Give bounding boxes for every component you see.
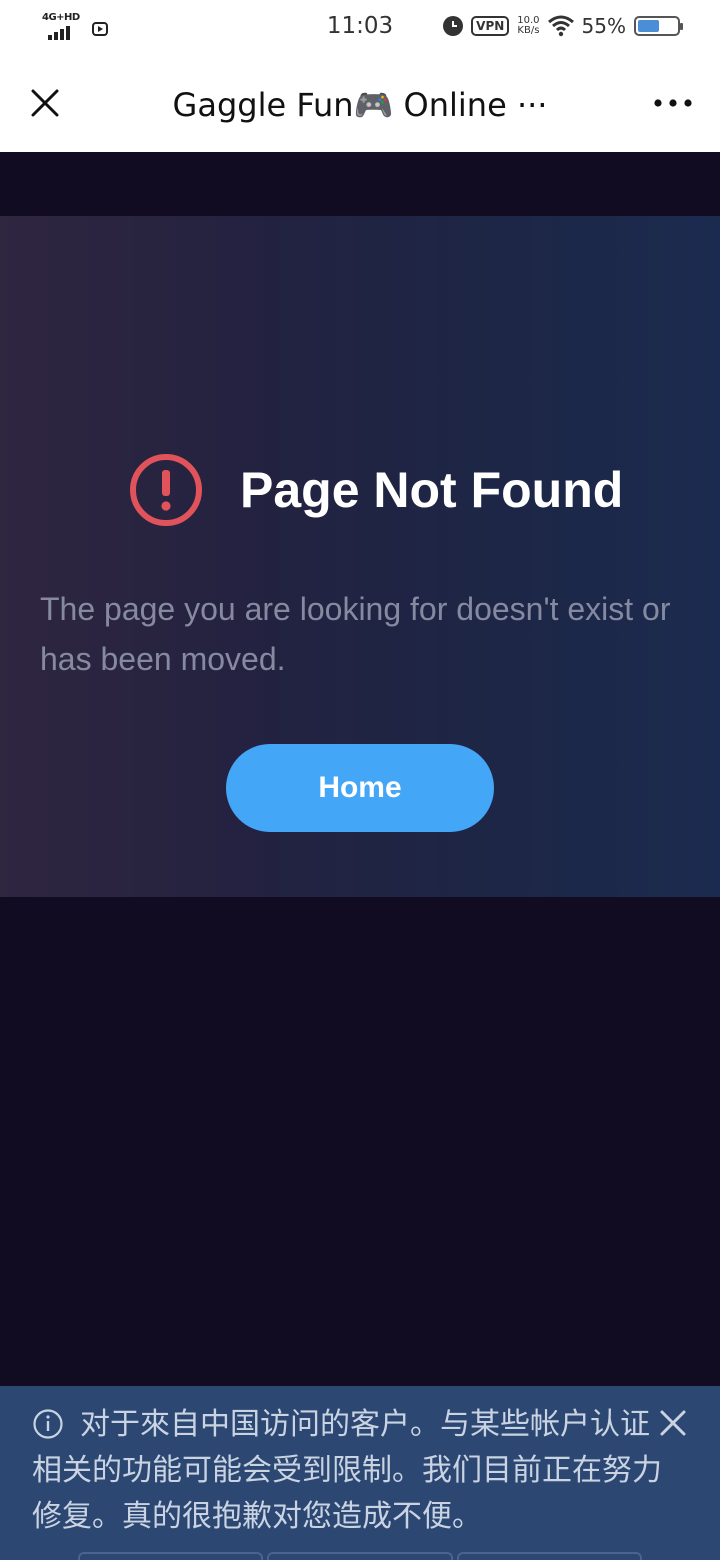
notice-banner: 对于來自中国访问的客户。与某些帐户认证相关的功能可能会受到限制。我们目前正在努力…	[0, 1386, 720, 1560]
network-speed: 10.0 KB/s	[517, 16, 539, 36]
bottom-tab-edges	[78, 1552, 642, 1560]
speed-unit: KB/s	[517, 25, 540, 36]
error-panel: Page Not Found The page you are looking …	[0, 216, 720, 897]
status-bar: 4G+HD 11:03 VPN 10.0 KB/s 55%	[0, 0, 720, 56]
home-button[interactable]: Home	[226, 744, 494, 832]
status-right: VPN 10.0 KB/s 55%	[443, 14, 683, 38]
wifi-icon	[547, 15, 574, 37]
notice-text: 对于來自中国访问的客户。与某些帐户认证相关的功能可能会受到限制。我们目前正在努力…	[32, 1407, 662, 1534]
close-icon	[31, 89, 59, 117]
more-options-button[interactable]	[648, 80, 698, 126]
page-title: Gaggle Fun🎮 Online ···	[172, 86, 548, 124]
nav-bar: Gaggle Fun🎮 Online ···	[0, 56, 720, 152]
exclamation-circle-icon	[130, 454, 202, 526]
alarm-icon	[443, 16, 464, 36]
more-dots-icon	[654, 99, 692, 107]
page-header-area	[0, 152, 720, 216]
close-button[interactable]	[22, 80, 68, 126]
notice-close-button[interactable]	[656, 1406, 690, 1440]
error-title: Page Not Found	[240, 462, 624, 518]
battery-percent: 55%	[581, 14, 626, 38]
error-message: The page you are looking for doesn't exi…	[40, 591, 671, 677]
error-heading-row: Page Not Found	[128, 452, 623, 528]
close-icon	[660, 1410, 686, 1436]
battery-icon	[634, 16, 683, 36]
vpn-badge: VPN	[471, 16, 510, 36]
